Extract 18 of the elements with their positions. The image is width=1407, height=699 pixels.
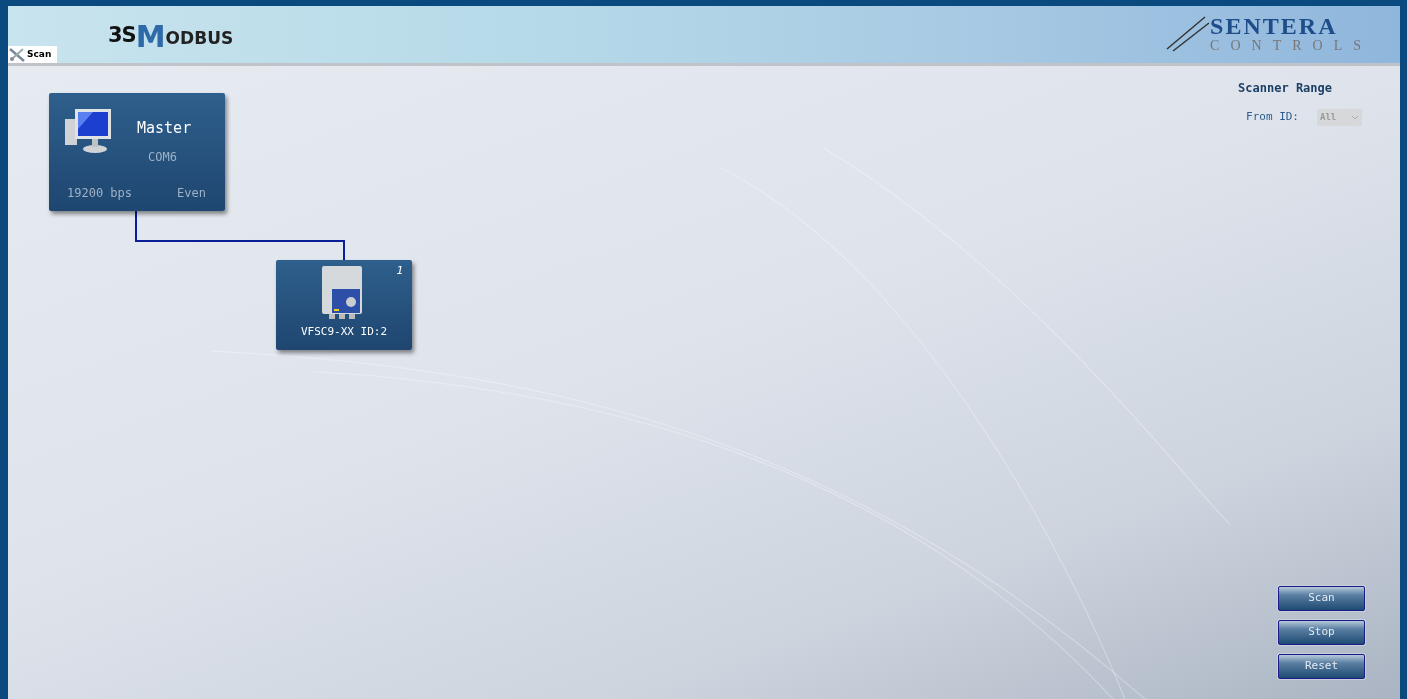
parity-label: Even <box>177 185 206 202</box>
node-title: Master <box>137 118 192 139</box>
device-label: VFSC9-XX ID:2 <box>299 324 389 340</box>
action-button[interactable]: Stop <box>1278 620 1365 645</box>
master-node[interactable]: Master COM6 19200 bps Even <box>49 93 225 211</box>
action-button[interactable]: Reset <box>1278 654 1365 679</box>
device-index: 1 <box>396 263 403 279</box>
baud-rate: 19200 bps <box>67 185 133 202</box>
port-label: COM6 <box>148 149 177 166</box>
field-label: From ID: <box>1246 109 1299 126</box>
scan-tab[interactable]: Scan <box>8 46 58 63</box>
controller-icon <box>321 265 365 321</box>
panel-title: Scanner Range <box>1238 80 1332 97</box>
sentera-logo: SENTERA CONTROLS <box>1165 14 1372 54</box>
tools-icon <box>9 47 25 62</box>
device-node[interactable]: 1 VFSC9-XX ID:2 <box>276 260 412 350</box>
action-button[interactable]: Scan <box>1278 586 1365 611</box>
caret-icon <box>1351 115 1359 120</box>
